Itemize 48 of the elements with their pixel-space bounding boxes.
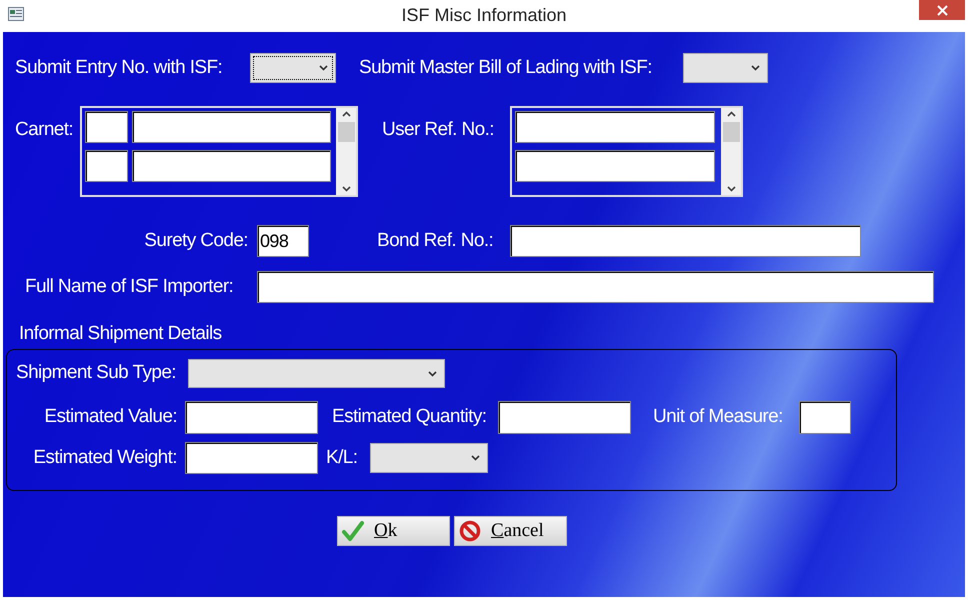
app-icon — [8, 6, 24, 22]
input-field[interactable]: 098 — [257, 225, 309, 257]
chevron-down-icon — [319, 65, 328, 71]
chevron-down-icon — [751, 65, 760, 71]
close-button[interactable] — [919, 0, 965, 20]
input-field[interactable] — [510, 225, 861, 257]
cancel-button[interactable]: Cancel — [454, 516, 567, 546]
input-field[interactable] — [498, 401, 631, 434]
section-title: Informal Shipment Details — [19, 322, 222, 346]
chevron-down-icon — [726, 186, 736, 192]
field-label: Carnet: — [15, 118, 74, 142]
input-field[interactable] — [515, 111, 715, 143]
ok-button[interactable]: Ok — [337, 516, 450, 546]
chevron-up-icon — [726, 111, 736, 117]
prohibited-icon — [459, 520, 481, 542]
chevron-up-icon — [342, 111, 350, 117]
field-label: Full Name of ISF Importer: — [25, 274, 234, 299]
input-field[interactable] — [185, 401, 318, 434]
input-field[interactable] — [515, 150, 715, 182]
input-field[interactable] — [799, 401, 851, 434]
window-title: ISF Misc Information — [401, 4, 567, 26]
scrollbar[interactable] — [721, 108, 741, 195]
scroll-thumb[interactable] — [722, 122, 740, 142]
input-field[interactable] — [85, 150, 128, 182]
field-label: Estimated Weight: — [32, 446, 177, 470]
dropdown[interactable] — [250, 53, 336, 83]
field-label: Submit Master Bill of Lading with ISF: — [359, 56, 653, 80]
field-label: Estimated Quantity: — [332, 405, 488, 430]
chevron-down-icon — [428, 370, 437, 376]
scroll-thumb[interactable] — [338, 122, 354, 142]
input-field[interactable] — [185, 442, 318, 474]
input-field[interactable] — [85, 111, 128, 143]
chevron-down-icon — [342, 186, 350, 192]
input-field[interactable] — [132, 150, 331, 182]
field-label: Unit of Measure: — [653, 405, 784, 430]
field-label: Bond Ref. No.: — [377, 228, 494, 253]
field-label: Estimated Value: — [43, 405, 177, 430]
field-label: K/L: — [326, 446, 358, 470]
input-field[interactable] — [257, 271, 934, 303]
field-label: Shipment Sub Type: — [16, 361, 177, 386]
field-label: User Ref. No.: — [382, 118, 495, 142]
scrollbar[interactable] — [336, 108, 356, 195]
chevron-down-icon — [471, 455, 480, 461]
field-label: Submit Entry No. with ISF: — [15, 56, 224, 80]
input-field[interactable] — [132, 111, 331, 143]
close-icon — [936, 4, 948, 16]
field-label: Surety Code: — [143, 228, 248, 253]
checkmark-icon — [342, 520, 364, 542]
